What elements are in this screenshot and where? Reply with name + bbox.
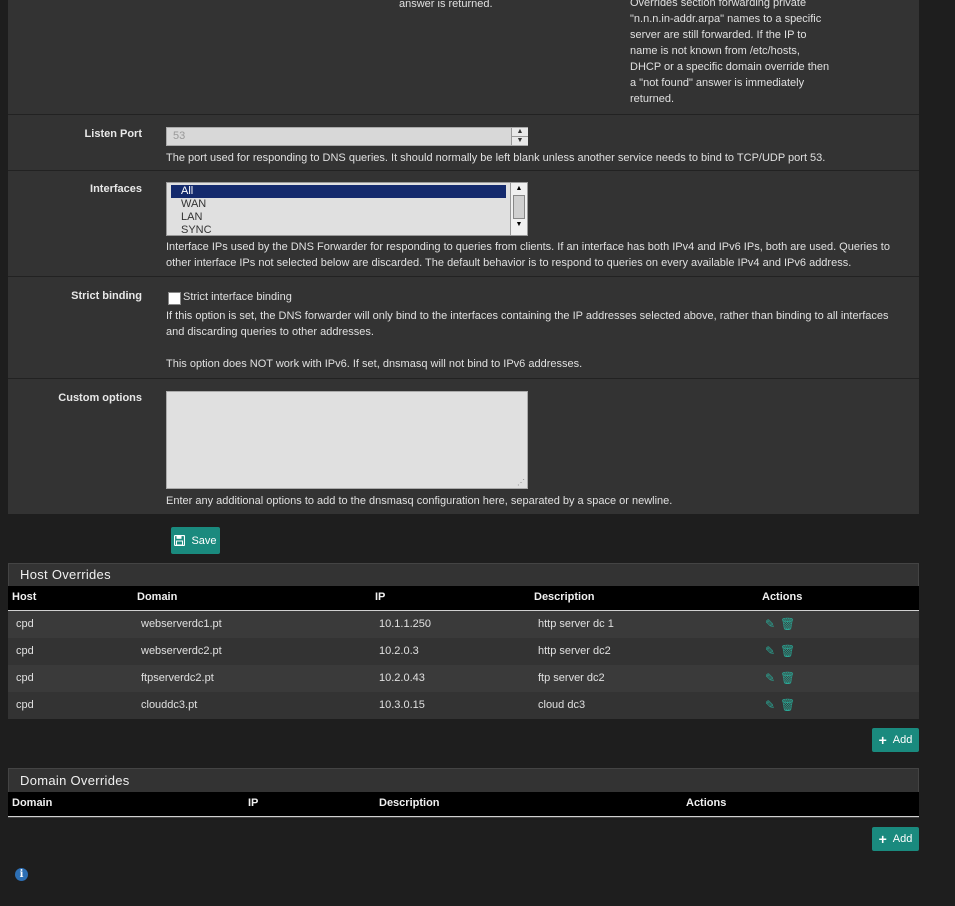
edit-pencil-icon[interactable]: ✎ [765, 671, 775, 685]
host-overrides-title: Host Overrides [20, 567, 111, 582]
previous-help-left: answer is returned. [399, 0, 493, 10]
previous-help-right: Overrides section forwarding private "n.… [630, 0, 830, 105]
listen-port-label: Listen Port [84, 128, 142, 140]
info-icon[interactable]: i [15, 868, 28, 881]
listen-port-row: Listen Port 53 ▲ ▼ The port used for res… [8, 114, 919, 171]
interface-option-lan[interactable]: LAN [171, 211, 527, 224]
add-host-override-label: Add [892, 734, 913, 746]
ip-cell: 10.3.0.15 [379, 699, 425, 711]
domain-cell: webserverdc2.pt [141, 645, 222, 657]
column-domain[interactable]: Domain [12, 797, 52, 809]
interfaces-scrollbar[interactable]: ▲ ▼ [510, 183, 527, 235]
interfaces-row: Interfaces All WAN LAN SYNC ▲ ▼ Interfac… [8, 170, 919, 277]
strict-binding-help: If this option is set, the DNS forwarder… [166, 310, 889, 370]
interfaces-select[interactable]: All WAN LAN SYNC ▲ ▼ [166, 182, 528, 236]
listen-port-stepper[interactable]: ▲ ▼ [511, 128, 528, 145]
column-host[interactable]: Host [12, 591, 36, 603]
listen-port-help: The port used for responding to DNS quer… [166, 152, 826, 164]
domain-cell: webserverdc1.pt [141, 618, 222, 630]
delete-trash-icon[interactable]: 🗑 [780, 671, 795, 685]
scroll-down-icon[interactable]: ▼ [511, 219, 527, 231]
custom-options-help: Enter any additional options to add to t… [166, 495, 673, 507]
add-domain-override-button[interactable]: + Add [872, 827, 919, 851]
table-row: cpd webserverdc2.pt 10.2.0.3 http server… [8, 638, 919, 665]
host-cell: cpd [16, 699, 34, 711]
ip-cell: 10.1.1.250 [379, 618, 431, 630]
column-ip[interactable]: IP [248, 797, 258, 809]
delete-trash-icon[interactable]: 🗑 [780, 644, 795, 658]
table-row: cpd webserverdc1.pt 10.1.1.250 http serv… [8, 611, 919, 638]
delete-trash-icon[interactable]: 🗑 [780, 617, 795, 631]
host-cell: cpd [16, 672, 34, 684]
save-icon [174, 535, 186, 546]
stepper-down-icon[interactable]: ▼ [512, 137, 528, 145]
save-button[interactable]: Save [171, 527, 220, 554]
column-domain[interactable]: Domain [137, 591, 177, 603]
custom-options-row: Custom options ⋰ Enter any additional op… [8, 378, 919, 515]
custom-options-label: Custom options [58, 392, 142, 404]
plus-icon: + [878, 732, 887, 748]
ip-cell: 10.2.0.3 [379, 645, 419, 657]
domain-cell: ftpserverdc2.pt [141, 672, 214, 684]
domain-overrides-title: Domain Overrides [20, 773, 130, 788]
description-cell: http server dc 1 [538, 618, 614, 630]
interfaces-help: Interface IPs used by the DNS Forwarder … [166, 241, 890, 269]
delete-trash-icon[interactable]: 🗑 [780, 698, 795, 712]
column-actions: Actions [762, 591, 803, 603]
save-button-label: Save [191, 534, 217, 547]
interface-option-all[interactable]: All [171, 185, 506, 198]
listen-port-input[interactable]: 53 [166, 127, 528, 146]
resize-grip-icon[interactable]: ⋰ [517, 479, 525, 487]
scroll-up-icon[interactable]: ▲ [511, 183, 527, 195]
host-overrides-header: Host Domain IP Description Actions [8, 586, 919, 611]
domain-overrides-header: Domain IP Description Actions [8, 792, 919, 817]
column-description[interactable]: Description [534, 591, 595, 603]
edit-pencil-icon[interactable]: ✎ [765, 617, 775, 631]
add-host-override-button[interactable]: + Add [872, 728, 919, 752]
strict-binding-row: Strict binding Strict interface binding … [8, 276, 919, 379]
strict-binding-checkbox-label[interactable]: Strict interface binding [183, 289, 292, 305]
column-ip[interactable]: IP [375, 591, 385, 603]
description-cell: http server dc2 [538, 645, 611, 657]
description-cell: ftp server dc2 [538, 672, 605, 684]
description-cell: cloud dc3 [538, 699, 586, 711]
add-domain-override-label: Add [892, 833, 913, 845]
host-cell: cpd [16, 645, 34, 657]
strict-binding-checkbox[interactable] [168, 292, 181, 305]
edit-pencil-icon[interactable]: ✎ [765, 698, 775, 712]
ip-cell: 10.2.0.43 [379, 672, 425, 684]
table-row: cpd clouddc3.pt 10.3.0.15 cloud dc3 ✎ 🗑 [8, 692, 919, 719]
interface-option-sync[interactable]: SYNC [171, 224, 527, 235]
host-cell: cpd [16, 618, 34, 630]
column-actions: Actions [686, 797, 727, 809]
listen-port-placeholder: 53 [173, 130, 186, 142]
plus-icon: + [878, 831, 887, 847]
column-description[interactable]: Description [379, 797, 440, 809]
domain-cell: clouddc3.pt [141, 699, 198, 711]
interface-option-wan[interactable]: WAN [171, 198, 527, 211]
scroll-thumb[interactable] [513, 195, 525, 219]
table-row: cpd ftpserverdc2.pt 10.2.0.43 ftp server… [8, 665, 919, 692]
custom-options-textarea[interactable]: ⋰ [166, 391, 528, 489]
stepper-up-icon[interactable]: ▲ [512, 128, 528, 137]
interfaces-label: Interfaces [90, 183, 142, 195]
edit-pencil-icon[interactable]: ✎ [765, 644, 775, 658]
strict-binding-label: Strict binding [71, 290, 142, 302]
